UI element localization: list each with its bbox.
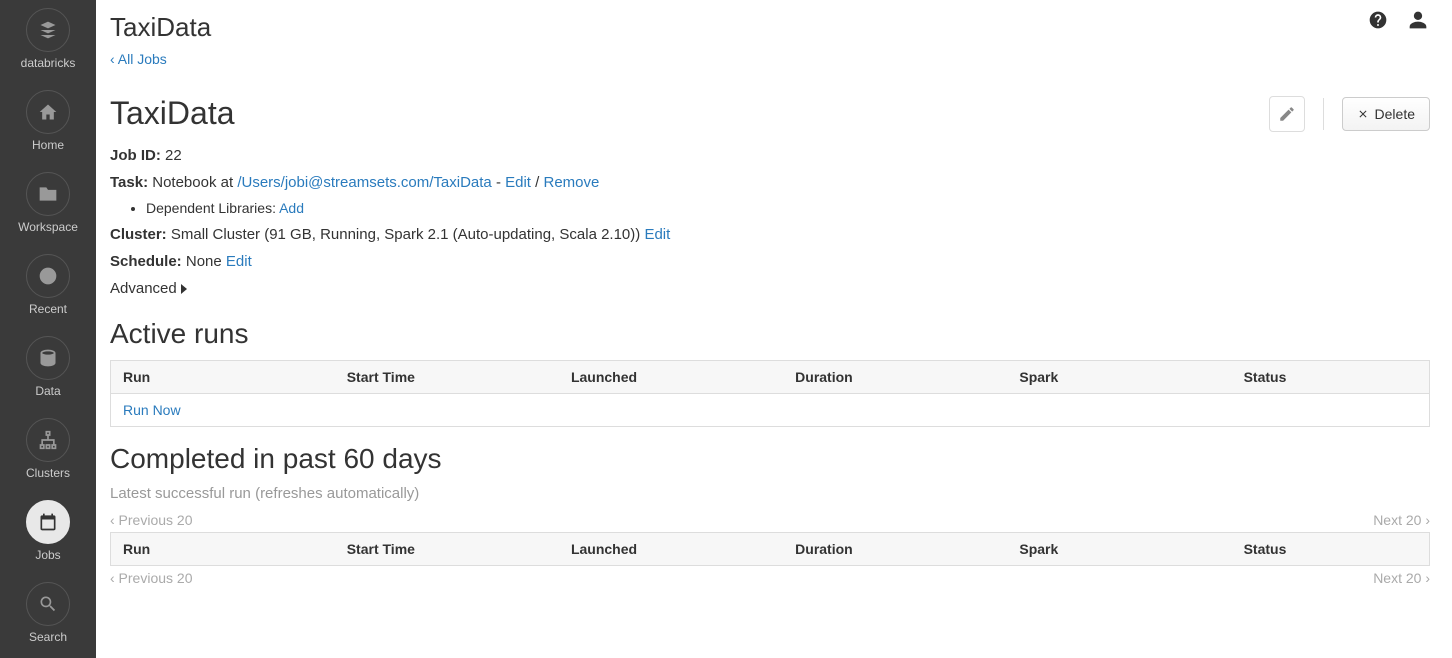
main-content: TaxiData ‹ All Jobs TaxiData Delete Job … bbox=[96, 0, 1452, 658]
calendar-icon bbox=[26, 500, 70, 544]
clock-icon bbox=[26, 254, 70, 298]
deplib-label: Dependent Libraries: bbox=[146, 200, 279, 216]
sidebar-item-label: Clusters bbox=[26, 466, 70, 480]
task-sep2: / bbox=[531, 174, 544, 191]
col-start-time: Start Time bbox=[335, 533, 559, 566]
schedule-row: Schedule: None Edit bbox=[110, 248, 1430, 275]
advanced-label: Advanced bbox=[110, 275, 177, 302]
sidebar: databricks Home Workspace Recent Data Cl… bbox=[0, 0, 96, 658]
next-link-top[interactable]: Next 20 › bbox=[1373, 512, 1430, 528]
prev-link-bottom[interactable]: ‹ Previous 20 bbox=[110, 570, 192, 586]
col-status: Status bbox=[1232, 533, 1430, 566]
schedule-value: None bbox=[186, 253, 226, 270]
completed-title: Completed in past 60 days bbox=[110, 443, 1430, 475]
schedule-label: Schedule: bbox=[110, 253, 182, 270]
sidebar-item-search[interactable]: Search bbox=[0, 582, 96, 644]
active-runs-table: Run Start Time Launched Duration Spark S… bbox=[110, 360, 1430, 427]
pager-bottom: ‹ Previous 20 Next 20 › bbox=[110, 570, 1430, 586]
user-icon[interactable] bbox=[1408, 10, 1428, 36]
task-notebook-link[interactable]: /Users/jobi@streamsets.com/TaxiData bbox=[237, 174, 491, 191]
cluster-value: Small Cluster (91 GB, Running, Spark 2.1… bbox=[171, 226, 645, 243]
col-run: Run bbox=[111, 533, 335, 566]
pencil-icon bbox=[1278, 105, 1296, 123]
help-icon[interactable] bbox=[1368, 10, 1388, 36]
task-remove-link[interactable]: Remove bbox=[544, 174, 600, 191]
sidebar-item-clusters[interactable]: Clusters bbox=[0, 418, 96, 480]
sidebar-item-home[interactable]: Home bbox=[0, 90, 96, 152]
brand[interactable]: databricks bbox=[0, 8, 96, 70]
table-header-row: Run Start Time Launched Duration Spark S… bbox=[111, 533, 1430, 566]
folder-icon bbox=[26, 172, 70, 216]
top-icons bbox=[1368, 10, 1428, 36]
sidebar-item-jobs[interactable]: Jobs bbox=[0, 500, 96, 562]
next-link-bottom[interactable]: Next 20 › bbox=[1373, 570, 1430, 586]
col-duration: Duration bbox=[783, 361, 1007, 394]
divider bbox=[1323, 98, 1324, 130]
col-duration: Duration bbox=[783, 533, 1007, 566]
job-id-label: Job ID: bbox=[110, 147, 161, 164]
chevron-right-icon bbox=[181, 284, 187, 294]
col-launched: Launched bbox=[559, 361, 783, 394]
sidebar-item-data[interactable]: Data bbox=[0, 336, 96, 398]
col-run: Run bbox=[111, 361, 335, 394]
sidebar-item-label: Workspace bbox=[18, 220, 78, 234]
run-now-link[interactable]: Run Now bbox=[123, 402, 181, 418]
databricks-logo-icon bbox=[26, 8, 70, 52]
cluster-row: Cluster: Small Cluster (91 GB, Running, … bbox=[110, 221, 1430, 248]
task-edit-link[interactable]: Edit bbox=[505, 174, 531, 191]
advanced-toggle[interactable]: Advanced bbox=[110, 275, 1430, 302]
sidebar-item-label: Home bbox=[32, 138, 64, 152]
cluster-edit-link[interactable]: Edit bbox=[644, 226, 670, 243]
sidebar-item-label: Data bbox=[35, 384, 60, 398]
task-prefix: Notebook at bbox=[152, 174, 237, 191]
task-label: Task: bbox=[110, 174, 148, 191]
sidebar-item-label: Recent bbox=[29, 302, 67, 316]
table-row: Run Now bbox=[111, 394, 1430, 427]
schedule-edit-link[interactable]: Edit bbox=[226, 253, 252, 270]
deplib-add-link[interactable]: Add bbox=[279, 200, 304, 216]
completed-runs-table: Run Start Time Launched Duration Spark S… bbox=[110, 532, 1430, 566]
job-details: Job ID: 22 Task: Notebook at /Users/jobi… bbox=[110, 142, 1430, 302]
delete-label: Delete bbox=[1375, 106, 1415, 122]
sidebar-item-label: Jobs bbox=[35, 548, 60, 562]
completed-subtitle: Latest successful run (refreshes automat… bbox=[110, 485, 1430, 502]
table-header-row: Run Start Time Launched Duration Spark S… bbox=[111, 361, 1430, 394]
job-id-value: 22 bbox=[165, 147, 182, 164]
pager-top: ‹ Previous 20 Next 20 › bbox=[110, 512, 1430, 528]
close-icon bbox=[1357, 108, 1369, 120]
task-row: Task: Notebook at /Users/jobi@streamsets… bbox=[110, 169, 1430, 196]
cluster-label: Cluster: bbox=[110, 226, 167, 243]
brand-label: databricks bbox=[21, 56, 76, 70]
search-icon bbox=[26, 582, 70, 626]
sidebar-item-label: Search bbox=[29, 630, 67, 644]
prev-link-top[interactable]: ‹ Previous 20 bbox=[110, 512, 192, 528]
home-icon bbox=[26, 90, 70, 134]
breadcrumb-all-jobs[interactable]: ‹ All Jobs bbox=[110, 51, 167, 67]
header-actions: Delete bbox=[1269, 96, 1430, 132]
job-header-row: TaxiData Delete bbox=[110, 95, 1430, 132]
job-id-row: Job ID: 22 bbox=[110, 142, 1430, 169]
active-runs-title: Active runs bbox=[110, 318, 1430, 350]
col-status: Status bbox=[1232, 361, 1430, 394]
edit-name-button[interactable] bbox=[1269, 96, 1305, 132]
delete-button[interactable]: Delete bbox=[1342, 97, 1430, 131]
sitemap-icon bbox=[26, 418, 70, 462]
dependent-libraries-row: Dependent Libraries: Add bbox=[130, 196, 1430, 221]
col-start-time: Start Time bbox=[335, 361, 559, 394]
col-launched: Launched bbox=[559, 533, 783, 566]
database-icon bbox=[26, 336, 70, 380]
task-sep1: - bbox=[492, 174, 505, 191]
col-spark: Spark bbox=[1007, 533, 1231, 566]
job-name: TaxiData bbox=[110, 95, 235, 132]
sidebar-item-workspace[interactable]: Workspace bbox=[0, 172, 96, 234]
col-spark: Spark bbox=[1007, 361, 1231, 394]
page-title: TaxiData bbox=[110, 12, 1430, 43]
sidebar-item-recent[interactable]: Recent bbox=[0, 254, 96, 316]
